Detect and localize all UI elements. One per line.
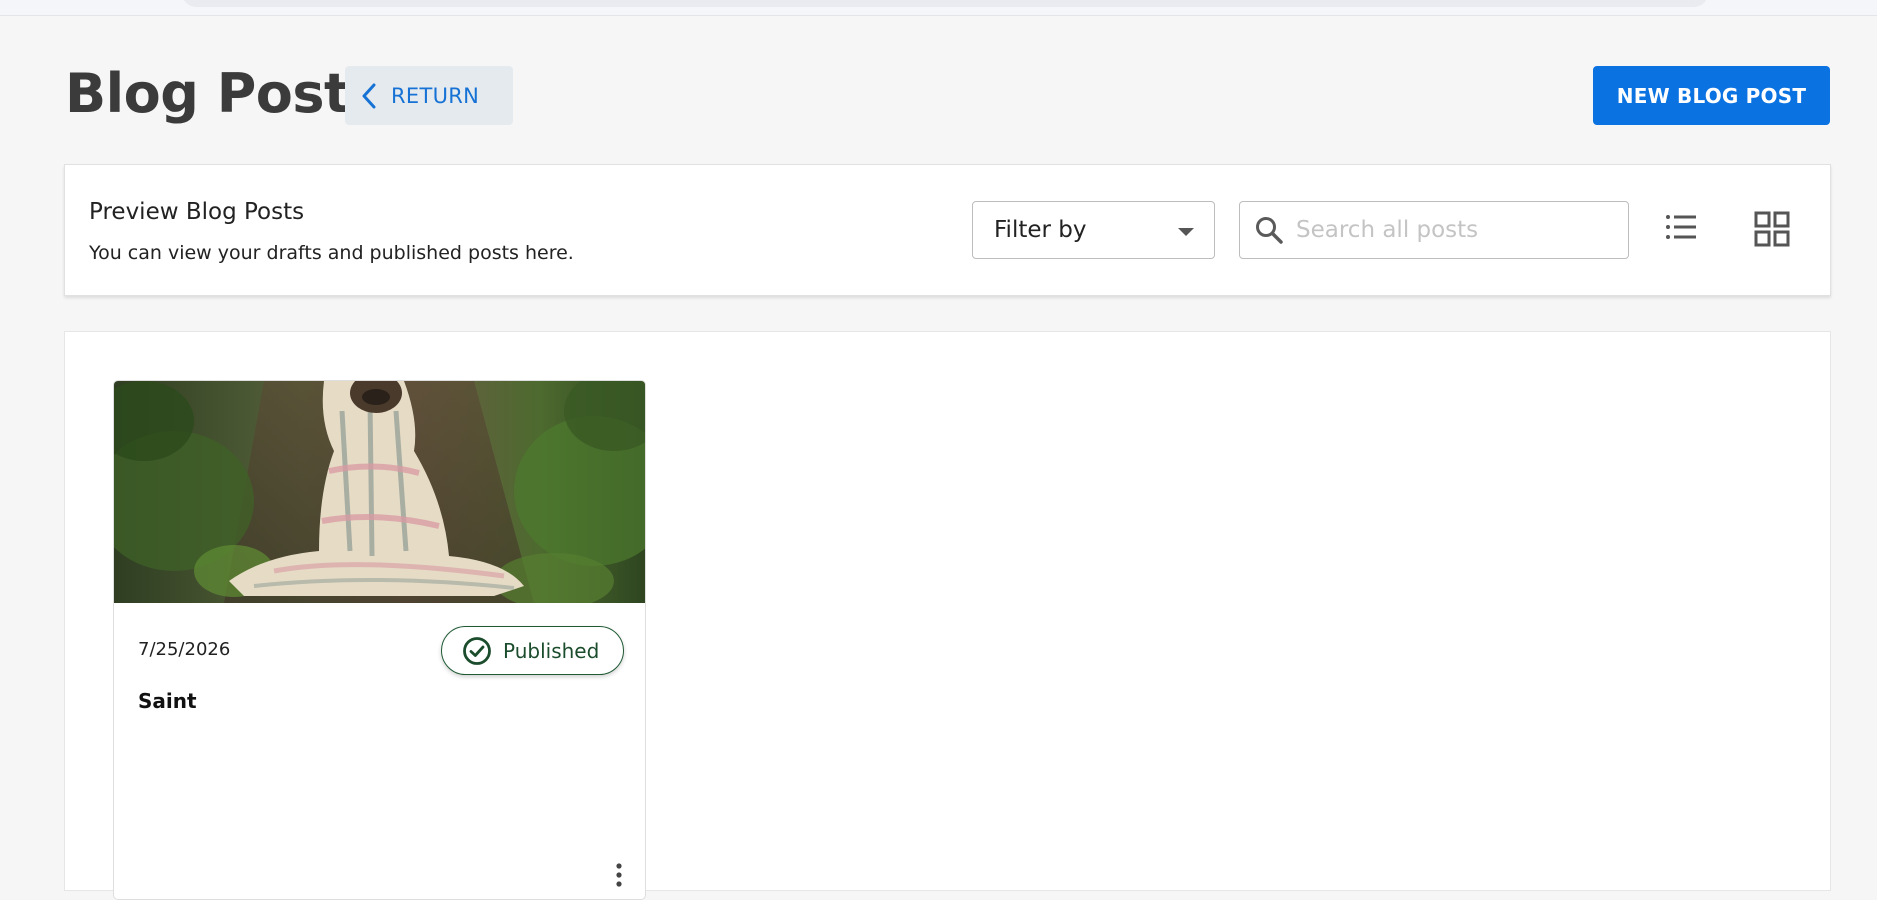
post-card[interactable]: 7/25/2026 Published Saint	[113, 380, 646, 900]
filter-select-value: Filter by	[994, 217, 1087, 243]
filter-select[interactable]: Filter by	[972, 201, 1215, 259]
return-button-label: RETURN	[391, 83, 480, 108]
status-badge: Published	[441, 626, 624, 675]
search-box[interactable]	[1239, 201, 1629, 259]
new-blog-post-button[interactable]: NEW BLOG POST	[1593, 66, 1830, 125]
page-title: Blog Post	[65, 62, 350, 125]
top-bar	[0, 0, 1877, 16]
preview-panel: Preview Blog Posts You can view your dra…	[64, 164, 1831, 296]
top-bar-pill	[182, 0, 1708, 7]
search-input[interactable]	[1296, 210, 1616, 250]
search-icon	[1256, 217, 1283, 244]
more-vertical-icon[interactable]	[614, 861, 624, 891]
caret-down-icon	[1178, 228, 1194, 236]
preview-subtitle: You can view your drafts and published p…	[89, 242, 574, 264]
posts-panel: 7/25/2026 Published Saint	[64, 331, 1831, 900]
list-view-icon[interactable]	[1665, 213, 1697, 243]
preview-title: Preview Blog Posts	[89, 199, 305, 225]
post-image	[114, 381, 645, 603]
grid-view-icon[interactable]	[1754, 211, 1790, 247]
chevron-left-icon	[362, 83, 376, 108]
status-badge-label: Published	[503, 638, 600, 663]
check-circle-icon	[463, 636, 491, 665]
post-date: 7/25/2026	[138, 639, 231, 660]
post-title: Saint	[138, 689, 197, 713]
return-button[interactable]: RETURN	[345, 66, 513, 125]
